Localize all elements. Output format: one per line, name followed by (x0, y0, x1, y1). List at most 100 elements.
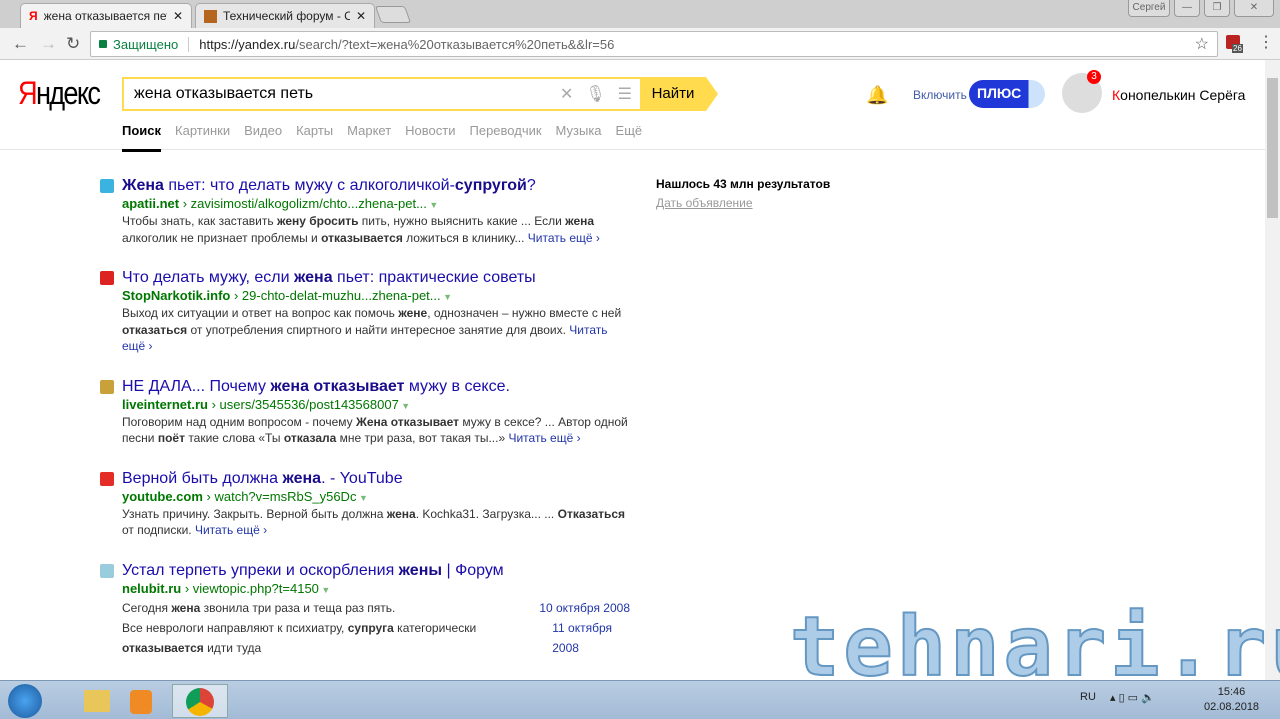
result-title-link[interactable]: Верной быть должна жена. - YouTube (122, 469, 630, 489)
result-menu-arrow-icon[interactable]: ▼ (427, 200, 438, 210)
read-more-link[interactable]: Читать ещё › (508, 431, 580, 445)
close-tab-icon[interactable]: ✕ (173, 9, 183, 23)
tab-7[interactable]: Переводчик (470, 123, 542, 152)
result-title-link[interactable]: Жена пьет: что делать мужу с алкоголичко… (122, 176, 630, 196)
text-segment: алкоголик не признает проблемы и (122, 230, 322, 245)
result-title-link[interactable]: НЕ ДАЛА... Почему жена отказывает мужу в… (122, 377, 630, 397)
back-icon[interactable]: ← (12, 34, 29, 54)
text-segment: жена (386, 506, 416, 521)
tab-1[interactable]: Поиск (122, 123, 162, 152)
profile-button[interactable]: Сергей (1128, 0, 1170, 17)
result-host: liveinternet.ru (122, 396, 208, 412)
result-path: watch?v=msRbS_y56Dc (214, 488, 357, 504)
forum-post-date[interactable]: 11 октября 2008 (552, 618, 630, 658)
read-more-link[interactable]: Читать ещё › (528, 231, 600, 245)
search-button[interactable]: Найти (640, 77, 718, 111)
sidebar: Нашлось 43 млн результатов Дать объявлен… (656, 177, 830, 210)
text-segment: жена (171, 600, 201, 615)
text-segment: ложиться в клинику... (402, 230, 528, 245)
result-menu-arrow-icon[interactable]: ▼ (399, 401, 410, 411)
result-menu-arrow-icon[interactable]: ▼ (319, 585, 330, 595)
forum-post-date[interactable]: 10 октября 2008 (539, 598, 630, 618)
minimize-button[interactable]: — (1174, 0, 1200, 17)
address-bar[interactable]: Защищено https://yandex.ru/search/?text=… (90, 31, 1218, 57)
text-segment: жену бросить (276, 214, 359, 228)
result-url[interactable]: youtube.com › watch?v=msRbS_y56Dc ▼ (122, 489, 630, 506)
user-name[interactable]: Конопелькин Серёга (1112, 87, 1245, 103)
text-segment: супруга (347, 620, 394, 635)
favicon-icon (100, 563, 114, 578)
text-segment: Все неврологи направляют к психиатру, (122, 620, 348, 635)
scrollbar[interactable] (1265, 60, 1280, 680)
text-segment: такие слова «Ты (184, 431, 284, 445)
text-segment: отказывается (122, 640, 204, 655)
new-tab-button[interactable] (374, 6, 412, 23)
result-path: 29-chto-delat-muzhu...zhena-pet... (241, 288, 441, 303)
text-segment: . - YouTube (321, 469, 403, 487)
tab-4[interactable]: Карты (296, 123, 333, 152)
text-segment: Выход их ситуации и ответ на вопрос как … (122, 306, 399, 320)
text-segment: Поговорим над одним вопросом - почему (122, 414, 356, 429)
result-url[interactable]: liveinternet.ru › users/3545536/post1435… (122, 397, 630, 414)
tab-6[interactable]: Новости (405, 123, 455, 152)
text-segment: Узнать причину. Закрыть. Верной быть дол… (122, 506, 387, 521)
tab-8[interactable]: Музыка (556, 123, 602, 152)
tab-5[interactable]: Маркет (347, 123, 391, 152)
read-more-link[interactable]: Читать ещё › (195, 523, 267, 537)
clear-icon[interactable]: ✕ (560, 84, 573, 104)
text-segment: | Форум (442, 561, 504, 579)
result-snippet: Поговорим над одним вопросом - почему Же… (122, 414, 630, 447)
bell-icon[interactable]: 🔔 (866, 85, 888, 105)
result-url[interactable]: apatii.net › zavisimosti/alkogolizm/chto… (122, 196, 630, 213)
tab-tech-forum[interactable]: Технический форум - Со ✕ (195, 3, 375, 28)
chrome-taskbar-icon[interactable] (172, 684, 228, 718)
ad-link[interactable]: Дать объявление (656, 196, 830, 210)
notification-badge: 3 (1087, 70, 1101, 84)
result-host: nelubit.ru (122, 580, 182, 596)
forward-icon[interactable]: → (40, 34, 57, 54)
settings-sliders-icon[interactable]: ☰ (618, 84, 632, 104)
tab-3[interactable]: Видео (244, 123, 282, 152)
start-button[interactable] (8, 684, 42, 718)
clock[interactable]: 15:46 02.08.2018 (1204, 685, 1259, 715)
tray-icons[interactable]: ▴ ▯ ▭ 🔈 (1110, 691, 1155, 704)
bookmark-star-icon[interactable]: ☆ (1195, 34, 1209, 54)
reload-icon[interactable]: ↻ (66, 34, 80, 54)
result-menu-arrow-icon[interactable]: ▼ (441, 292, 452, 302)
result-url[interactable]: nelubit.ru › viewtopic.php?t=4150 ▼ (122, 581, 630, 598)
text-segment: отказывается (321, 230, 403, 245)
plus-enable-link[interactable]: Включить (913, 88, 967, 102)
tab-2[interactable]: Картинки (175, 123, 230, 152)
maximize-button[interactable]: ❐ (1204, 0, 1230, 17)
text-segment: поёт (157, 431, 185, 445)
user-rest: онопелькин Серёга (1120, 87, 1246, 103)
plus-button[interactable]: ПЛЮС (969, 80, 1045, 108)
text-segment: жене (398, 306, 428, 320)
tab-9[interactable]: Ещё (616, 123, 643, 152)
text-segment: Устал терпеть упреки и оскорбления (122, 561, 399, 579)
tab-yandex-search[interactable]: Я жена отказывается петь ✕ (20, 3, 192, 28)
media-player-taskbar-icon[interactable] (116, 684, 172, 718)
result-url[interactable]: StopNarkotik.info › 29-chto-delat-muzhu.… (122, 288, 630, 305)
browser-menu-icon[interactable]: ⋮ (1258, 32, 1274, 52)
result-host: youtube.com (122, 488, 203, 504)
result-menu-arrow-icon[interactable]: ▼ (356, 493, 368, 503)
text-segment: Жена отказывает (355, 414, 459, 429)
close-window-button[interactable]: ✕ (1234, 0, 1274, 17)
language-indicator[interactable]: RU (1080, 691, 1096, 703)
close-tab-icon[interactable]: ✕ (356, 9, 366, 23)
favicon-icon (100, 471, 114, 486)
yandex-logo[interactable]: Яндекс (18, 75, 101, 112)
result-title-link[interactable]: Устал терпеть упреки и оскорбления жены … (122, 561, 630, 581)
microphone-icon[interactable]: 🎙 (585, 84, 605, 104)
text-segment: пьет: что делать мужу с алкоголичкой- (163, 177, 455, 194)
forum-post-row: Сегодня жена звонила три раза и теща раз… (122, 598, 630, 618)
text-segment: жена (282, 469, 322, 487)
result-title-link[interactable]: Что делать мужу, если жена пьет: практич… (122, 268, 630, 288)
url-path: /search/?text=жена%20отказывается%20петь… (295, 36, 615, 52)
taskbar: RU ▴ ▯ ▭ 🔈 15:46 02.08.2018 (0, 680, 1280, 719)
scrollbar-thumb[interactable] (1267, 78, 1278, 218)
search-input[interactable]: жена отказывается петь ✕ 🎙 ☰ (122, 77, 642, 111)
secure-label: Защищено (113, 36, 190, 52)
text-segment: Чтобы знать, как заставить (122, 214, 277, 228)
